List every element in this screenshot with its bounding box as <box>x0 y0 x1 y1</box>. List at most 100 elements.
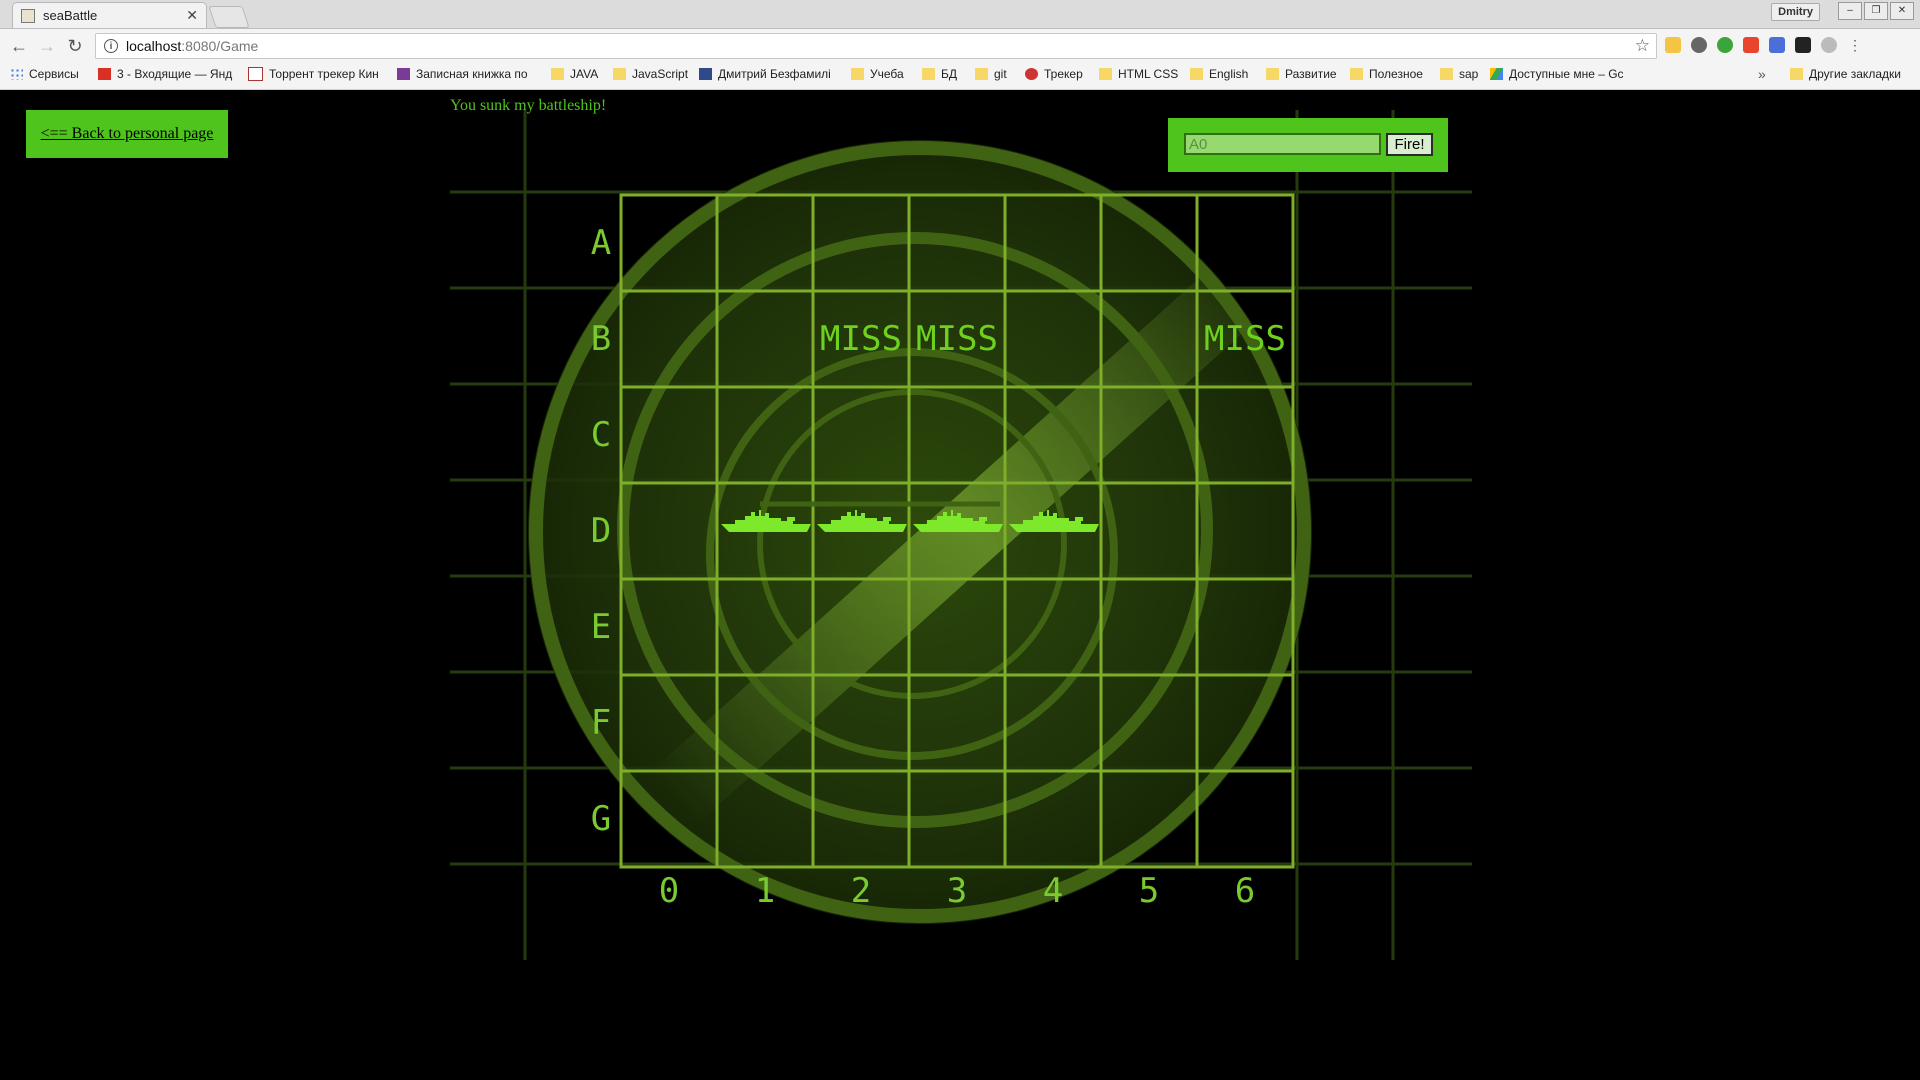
board-cell-e6[interactable] <box>1197 579 1293 675</box>
board-cell-e0[interactable] <box>621 579 717 675</box>
board-cell-a5[interactable] <box>1101 195 1197 291</box>
globe-icon[interactable] <box>1821 37 1837 53</box>
board-cell-c2[interactable] <box>813 387 909 483</box>
board-cell-a3[interactable] <box>909 195 1005 291</box>
board-cell-g6[interactable] <box>1197 771 1293 867</box>
bookmark-item[interactable]: Трекер <box>1025 67 1083 81</box>
board-cell-b2[interactable] <box>813 291 909 387</box>
fire-button[interactable]: Fire! <box>1386 133 1433 156</box>
forward-arrow-icon[interactable]: → <box>36 35 58 57</box>
board-cell-f4[interactable] <box>1005 675 1101 771</box>
video-icon <box>699 68 712 80</box>
board-cell-b6[interactable] <box>1197 291 1293 387</box>
board-cell-c0[interactable] <box>621 387 717 483</box>
board-cell-c4[interactable] <box>1005 387 1101 483</box>
col-label-1: 1 <box>755 871 775 911</box>
board-cell-d3[interactable] <box>909 483 1005 579</box>
board-cell-b5[interactable] <box>1101 291 1197 387</box>
board-cell-c3[interactable] <box>909 387 1005 483</box>
bookmark-item[interactable]: Торрент трекер Кин <box>248 67 379 81</box>
board-cell-e4[interactable] <box>1005 579 1101 675</box>
bookmark-folder[interactable]: English <box>1190 67 1248 81</box>
shot-coordinate-input[interactable] <box>1184 133 1381 155</box>
restore-icon[interactable]: ❐ <box>1864 2 1888 20</box>
bookmark-folder[interactable]: HTML CSS <box>1099 67 1178 81</box>
board-cell-e3[interactable] <box>909 579 1005 675</box>
board-cell-c6[interactable] <box>1197 387 1293 483</box>
close-tab-icon[interactable]: ✕ <box>186 7 198 24</box>
close-window-icon[interactable]: ✕ <box>1890 2 1914 20</box>
office-icon[interactable] <box>1743 37 1759 53</box>
profile-button[interactable]: Dmitry <box>1771 3 1820 21</box>
board-cell-a1[interactable] <box>717 195 813 291</box>
menu-kebab-icon[interactable]: ⋮ <box>1847 37 1863 53</box>
board-cell-f2[interactable] <box>813 675 909 771</box>
board-cell-a4[interactable] <box>1005 195 1101 291</box>
more-bookmarks-icon[interactable]: » <box>1758 66 1766 82</box>
extension-icon[interactable] <box>1769 37 1785 53</box>
board-cell-g4[interactable] <box>1005 771 1101 867</box>
back-arrow-icon[interactable]: ← <box>8 35 30 57</box>
board-cell-f5[interactable] <box>1101 675 1197 771</box>
board-cell-a6[interactable] <box>1197 195 1293 291</box>
folder-icon <box>1099 68 1112 80</box>
back-to-personal-page-link[interactable]: <== Back to personal page <box>26 110 228 158</box>
board-cell-d1[interactable] <box>717 483 813 579</box>
board-cell-d0[interactable] <box>621 483 717 579</box>
board-cell-a2[interactable] <box>813 195 909 291</box>
board-cell-d4[interactable] <box>1005 483 1101 579</box>
bookmark-item[interactable]: 3 - Входящие — Янд <box>98 67 232 81</box>
onenote-icon <box>397 68 410 80</box>
bookmark-apps[interactable]: Сервисы <box>10 67 79 81</box>
bookmark-item[interactable]: Дмитрий Безфамилі <box>699 67 831 81</box>
reload-icon[interactable]: ↻ <box>64 35 86 57</box>
board-cell-f6[interactable] <box>1197 675 1293 771</box>
board-cell-b1[interactable] <box>717 291 813 387</box>
bookmark-folder[interactable]: sap <box>1440 67 1478 81</box>
extension-icon[interactable] <box>1665 37 1681 53</box>
board-cell-g3[interactable] <box>909 771 1005 867</box>
board-cell-e2[interactable] <box>813 579 909 675</box>
bookmark-folder[interactable]: JavaScript <box>613 67 688 81</box>
board-cell-f3[interactable] <box>909 675 1005 771</box>
bookmark-folder[interactable]: Развитие <box>1266 67 1337 81</box>
board-cell-g0[interactable] <box>621 771 717 867</box>
url-path: :8080/Game <box>181 38 259 54</box>
bookmark-star-icon[interactable]: ☆ <box>1635 36 1650 56</box>
folder-icon <box>1790 68 1803 80</box>
board-cell-d5[interactable] <box>1101 483 1197 579</box>
bookmark-item[interactable]: Записная книжка по <box>397 67 528 81</box>
tab-seabattle[interactable]: seaBattle ✕ <box>12 2 207 28</box>
board-cell-g2[interactable] <box>813 771 909 867</box>
address-bar[interactable]: i localhost:8080/Game ☆ <box>95 33 1657 59</box>
other-bookmarks[interactable]: Другие закладки <box>1790 67 1901 81</box>
minimize-icon[interactable]: – <box>1838 2 1862 20</box>
page-favicon-icon <box>21 8 35 23</box>
bookmark-folder[interactable]: Полезное <box>1350 67 1423 81</box>
bookmark-item[interactable]: Доступные мне – Gc <box>1490 67 1624 81</box>
board-cell-d6[interactable] <box>1197 483 1293 579</box>
board-cell-b0[interactable] <box>621 291 717 387</box>
row-label-f: F <box>591 703 611 743</box>
board-cell-b3[interactable] <box>909 291 1005 387</box>
extension-icon[interactable] <box>1717 37 1733 53</box>
board-cell-f1[interactable] <box>717 675 813 771</box>
sync-icon[interactable] <box>1691 37 1707 53</box>
board-cell-c5[interactable] <box>1101 387 1197 483</box>
board-cell-e1[interactable] <box>717 579 813 675</box>
bookmark-folder[interactable]: Учеба <box>851 67 904 81</box>
bookmark-folder[interactable]: БД <box>922 67 957 81</box>
board-cell-f0[interactable] <box>621 675 717 771</box>
extension-icon[interactable] <box>1795 37 1811 53</box>
bookmark-folder[interactable]: JAVA <box>551 67 598 81</box>
board-cell-c1[interactable] <box>717 387 813 483</box>
board-cell-a0[interactable] <box>621 195 717 291</box>
board-cell-g1[interactable] <box>717 771 813 867</box>
bookmark-folder[interactable]: git <box>975 67 1007 81</box>
board-cell-b4[interactable] <box>1005 291 1101 387</box>
site-info-icon[interactable]: i <box>104 39 118 53</box>
board-cell-e5[interactable] <box>1101 579 1197 675</box>
board-cell-d2[interactable] <box>813 483 909 579</box>
new-tab-button[interactable] <box>208 6 250 28</box>
board-cell-g5[interactable] <box>1101 771 1197 867</box>
